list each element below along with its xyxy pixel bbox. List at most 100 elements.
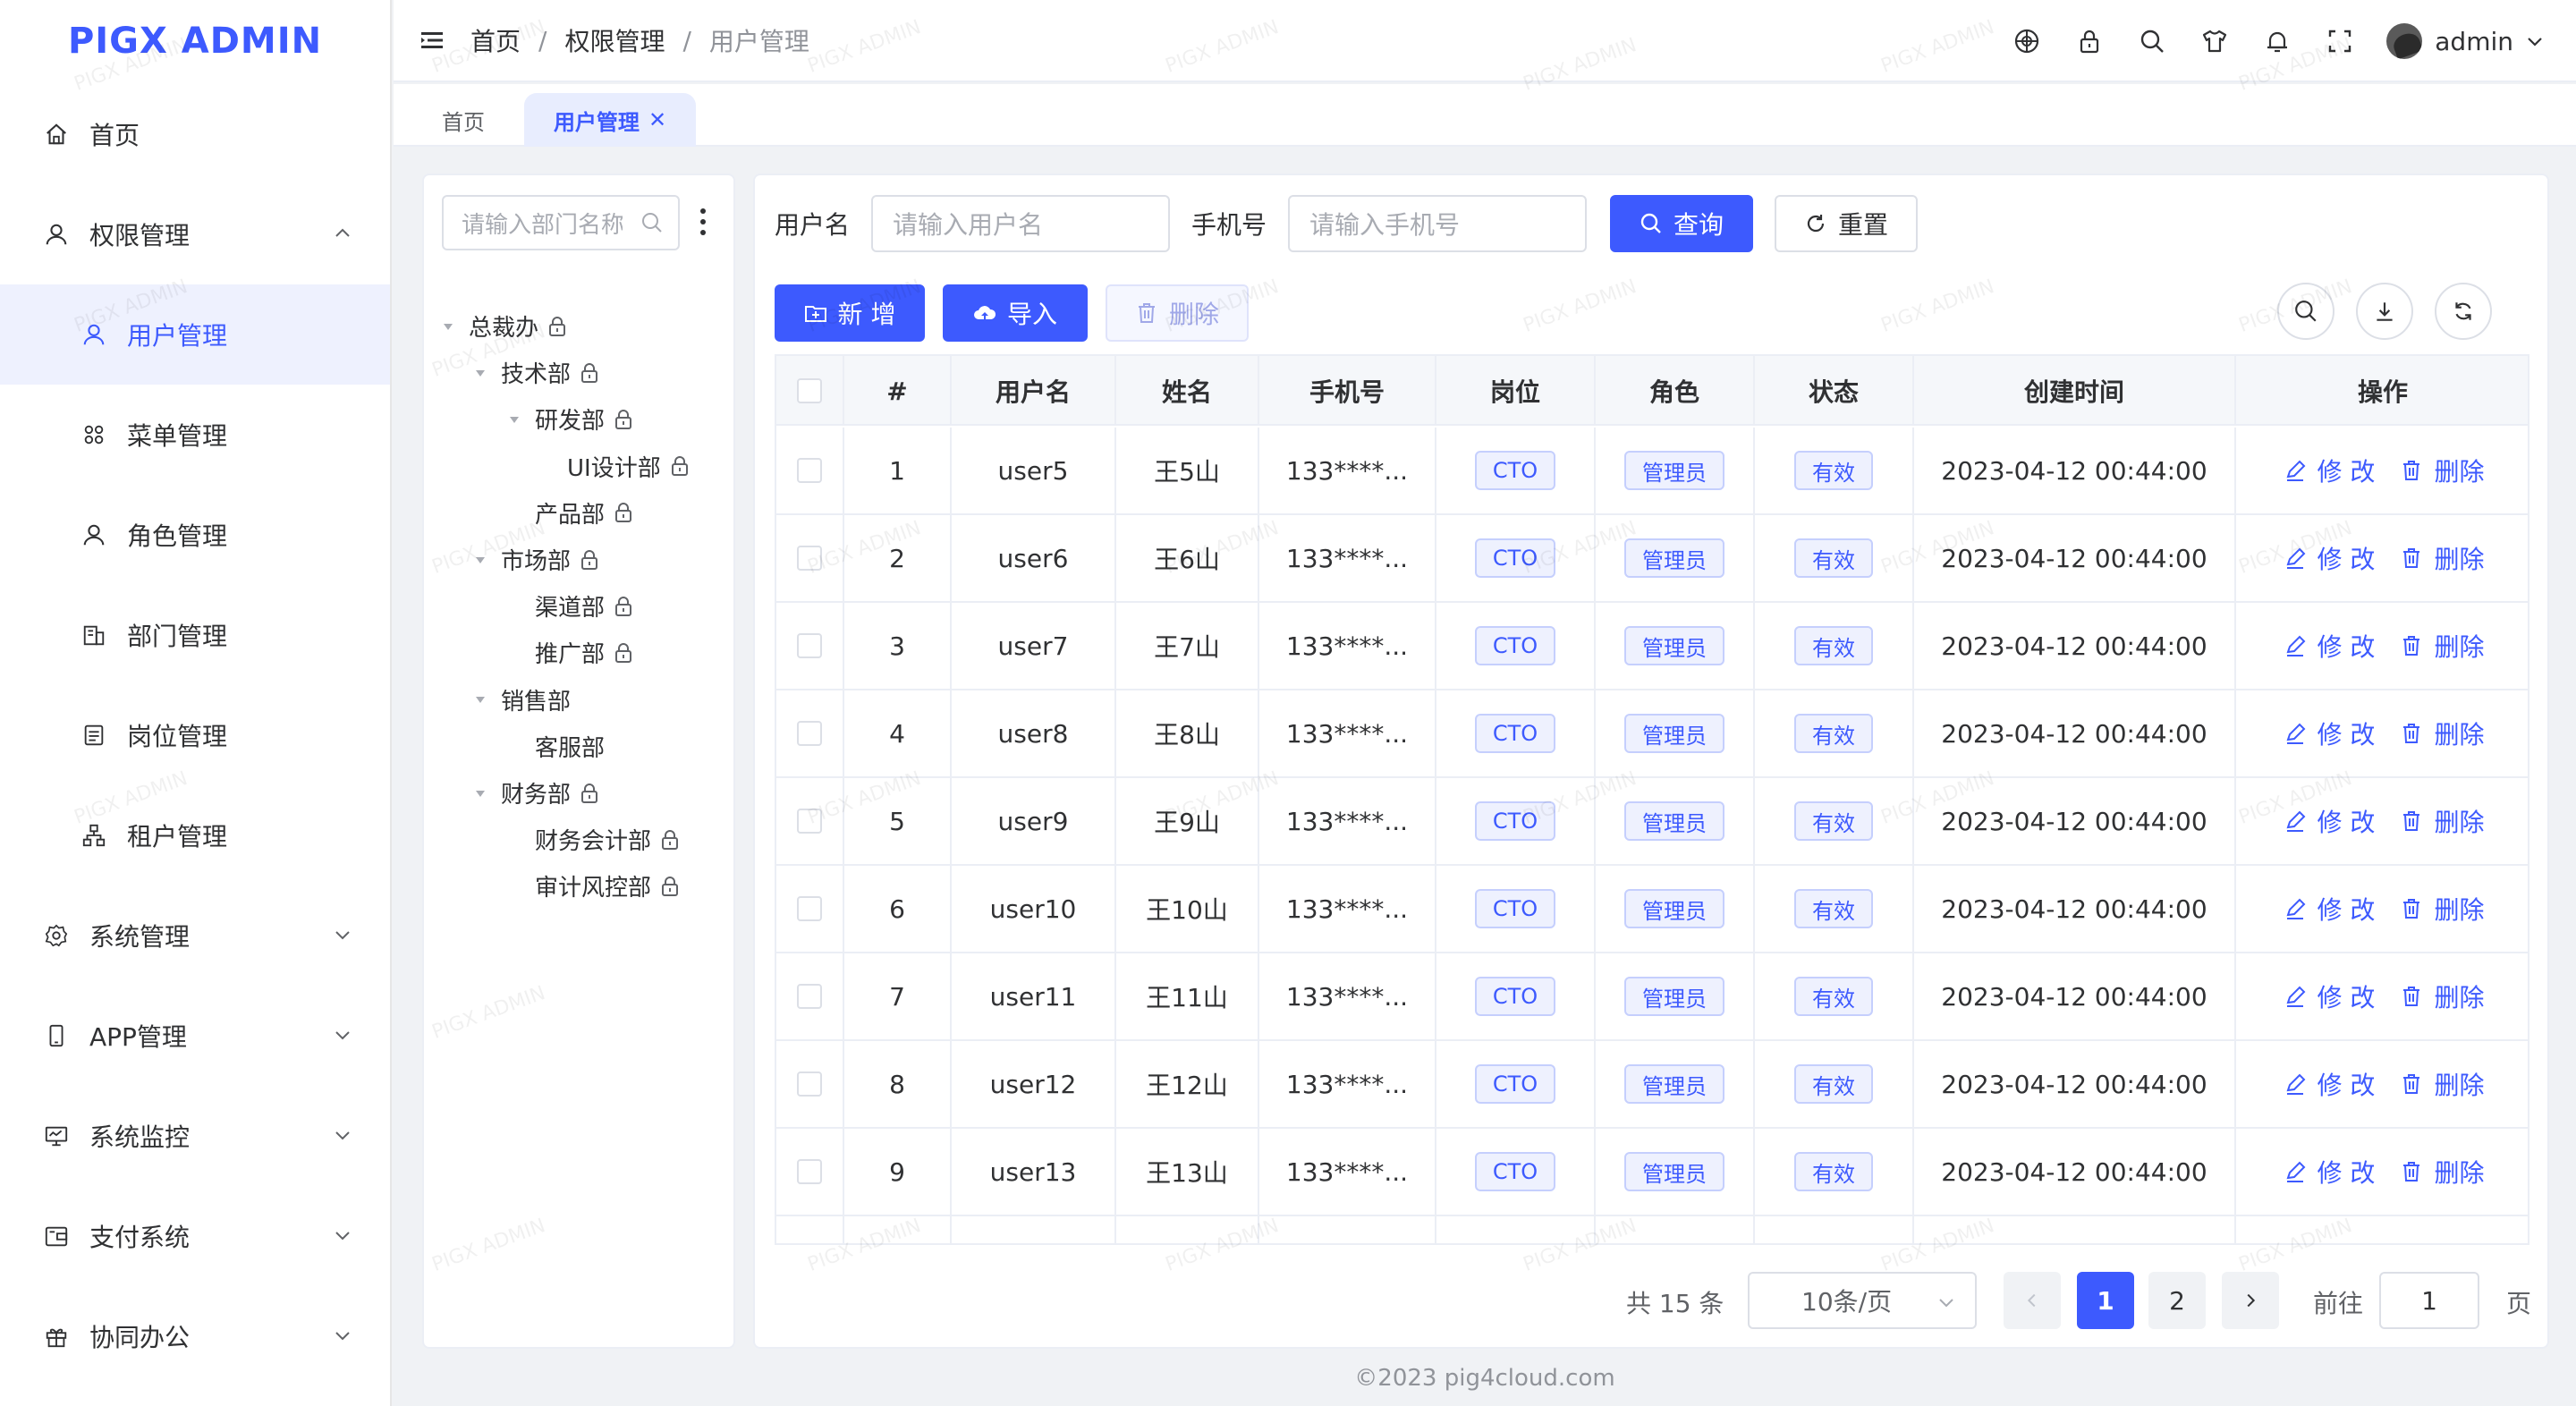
delete-button[interactable]: 删除 — [2400, 716, 2484, 751]
breadcrumb-item-permission[interactable]: 权限管理 — [564, 22, 665, 58]
chevron-down-icon[interactable] — [331, 1324, 354, 1347]
row-checkbox[interactable] — [797, 721, 822, 746]
tree-node[interactable]: 推广部 — [535, 636, 633, 669]
tree-node[interactable]: 技术部 — [474, 356, 599, 389]
delete-button[interactable]: 删除 — [2400, 540, 2484, 576]
delete-button[interactable]: 删除 — [2400, 628, 2484, 664]
reset-button[interactable]: 重置 — [1775, 195, 1918, 252]
more-vertical-icon[interactable] — [698, 206, 708, 238]
table-row[interactable]: 2 user6 王6山 133****... CTO 管理员 有效 2023-04-12 00… — [776, 515, 2528, 603]
edit-button[interactable]: 修 改 — [2284, 716, 2375, 751]
query-button[interactable]: 查询 — [1610, 195, 1753, 252]
delete-button[interactable]: 删除 — [2400, 1066, 2484, 1102]
chevron-down-icon[interactable] — [331, 1023, 354, 1046]
sidebar-item-5[interactable]: 部门管理 — [0, 585, 390, 685]
tab-user-management[interactable]: 用户管理 ✕ — [524, 93, 696, 147]
delete-button[interactable]: 删除 — [2400, 978, 2484, 1014]
export-button[interactable] — [2356, 283, 2413, 340]
page-1-button[interactable]: 1 — [2077, 1272, 2134, 1329]
lock-icon[interactable] — [2075, 27, 2104, 55]
sidebar-item-4[interactable]: 角色管理 — [0, 485, 390, 585]
caret-down-icon[interactable] — [474, 787, 487, 800]
goto-page-input[interactable]: 1 — [2379, 1272, 2479, 1329]
row-checkbox[interactable] — [797, 1159, 822, 1184]
tree-node[interactable]: 财务会计部 — [535, 823, 680, 856]
page-2-button[interactable]: 2 — [2148, 1272, 2206, 1329]
table-row[interactable]: 8 user12 王12山 133****... CTO 管理员 有效 2023-04-12 … — [776, 1041, 2528, 1129]
batch-delete-button[interactable]: 删除 — [1106, 284, 1249, 342]
tree-node[interactable]: UI设计部 — [567, 450, 690, 483]
table-row[interactable]: 4 user8 王8山 133****... CTO 管理员 有效 2023-04-12 00… — [776, 690, 2528, 778]
tree-node[interactable]: 总裁办 — [442, 309, 567, 343]
phone-input[interactable]: 请输入手机号 — [1288, 195, 1587, 252]
chevron-down-icon[interactable] — [331, 1123, 354, 1147]
row-checkbox[interactable] — [797, 546, 822, 571]
tab-home[interactable]: 首页 — [429, 93, 497, 147]
tree-node[interactable]: 客服部 — [535, 730, 605, 763]
edit-button[interactable]: 修 改 — [2284, 540, 2375, 576]
delete-button[interactable]: 删除 — [2400, 453, 2484, 488]
sidebar-item-2[interactable]: 用户管理 — [0, 284, 390, 385]
hamburger-icon[interactable] — [419, 27, 445, 54]
close-icon[interactable]: ✕ — [648, 107, 666, 132]
delete-button[interactable]: 删除 — [2400, 891, 2484, 927]
table-row[interactable]: 3 user7 王7山 133****... CTO 管理员 有效 2023-04-12 00… — [776, 603, 2528, 690]
caret-down-icon[interactable] — [474, 693, 487, 706]
edit-button[interactable]: 修 改 — [2284, 803, 2375, 839]
edit-button[interactable]: 修 改 — [2284, 628, 2375, 664]
table-row[interactable]: 9 user13 王13山 133****... CTO 管理员 有效 2023-04-12 … — [776, 1129, 2528, 1216]
app-logo[interactable]: PIGX ADMIN — [0, 0, 390, 82]
chevron-down-icon[interactable] — [331, 923, 354, 946]
row-checkbox[interactable] — [797, 458, 822, 483]
next-page-button[interactable] — [2222, 1272, 2279, 1329]
sidebar-item-3[interactable]: 菜单管理 — [0, 385, 390, 485]
tree-node[interactable]: 审计风控部 — [535, 869, 680, 902]
tree-node[interactable]: 财务部 — [474, 776, 599, 809]
username-input[interactable]: 请输入用户名 — [871, 195, 1170, 252]
breadcrumb-item-home[interactable]: 首页 — [470, 22, 521, 58]
caret-down-icon[interactable] — [474, 554, 487, 566]
caret-down-icon[interactable] — [508, 413, 521, 426]
edit-button[interactable]: 修 改 — [2284, 453, 2375, 488]
row-checkbox[interactable] — [797, 633, 822, 658]
table-row[interactable]: 6 user10 王10山 133****... CTO 管理员 有效 2023-04-12 … — [776, 866, 2528, 953]
tree-node[interactable]: 销售部 — [474, 683, 571, 716]
edit-button[interactable]: 修 改 — [2284, 1154, 2375, 1190]
sidebar-item-0[interactable]: 首页 — [0, 84, 390, 184]
bell-icon[interactable] — [2263, 27, 2292, 55]
row-checkbox[interactable] — [797, 1071, 822, 1097]
fullscreen-icon[interactable] — [2326, 27, 2354, 55]
tree-node[interactable]: 市场部 — [474, 543, 599, 576]
caret-down-icon[interactable] — [474, 367, 487, 379]
tree-node[interactable]: 研发部 — [508, 402, 633, 436]
sidebar-item-10[interactable]: 系统监控 — [0, 1086, 390, 1186]
delete-button[interactable]: 删除 — [2400, 1154, 2484, 1190]
globe-icon[interactable] — [2012, 27, 2041, 55]
table-row[interactable]: 7 user11 王11山 133****... CTO 管理员 有效 2023-04-12 … — [776, 953, 2528, 1041]
sidebar-item-11[interactable]: 支付系统 — [0, 1186, 390, 1286]
chevron-down-icon[interactable] — [331, 1224, 354, 1247]
sidebar-item-6[interactable]: 岗位管理 — [0, 685, 390, 785]
edit-button[interactable]: 修 改 — [2284, 1066, 2375, 1102]
add-button[interactable]: 新 增 — [775, 284, 925, 342]
prev-page-button[interactable] — [2004, 1272, 2061, 1329]
import-button[interactable]: 导入 — [943, 284, 1088, 342]
sidebar-item-1[interactable]: 权限管理 — [0, 184, 390, 284]
refresh-button[interactable] — [2435, 283, 2492, 340]
sidebar-item-7[interactable]: 租户管理 — [0, 785, 390, 885]
edit-button[interactable]: 修 改 — [2284, 891, 2375, 927]
sidebar-item-9[interactable]: APP管理 — [0, 986, 390, 1086]
table-row[interactable]: 1 user5 王5山 133****... CTO 管理员 有效 2023-04-12 00… — [776, 428, 2528, 515]
shirt-icon[interactable] — [2200, 27, 2229, 55]
search-icon[interactable] — [2138, 27, 2166, 55]
caret-down-icon[interactable] — [442, 320, 454, 333]
page-size-select[interactable]: 10条/页 — [1748, 1272, 1977, 1329]
sidebar-item-12[interactable]: 协同办公 — [0, 1286, 390, 1386]
row-checkbox[interactable] — [797, 809, 822, 834]
dept-search-input[interactable]: 请输入部门名称 — [442, 195, 680, 250]
user-menu[interactable]: admin — [2386, 23, 2546, 59]
table-row[interactable]: 5 user9 王9山 133****... CTO 管理员 有效 2023-04-12 00… — [776, 778, 2528, 866]
toggle-search-button[interactable] — [2277, 283, 2334, 340]
delete-button[interactable]: 删除 — [2400, 803, 2484, 839]
select-all-checkbox[interactable] — [797, 378, 822, 403]
